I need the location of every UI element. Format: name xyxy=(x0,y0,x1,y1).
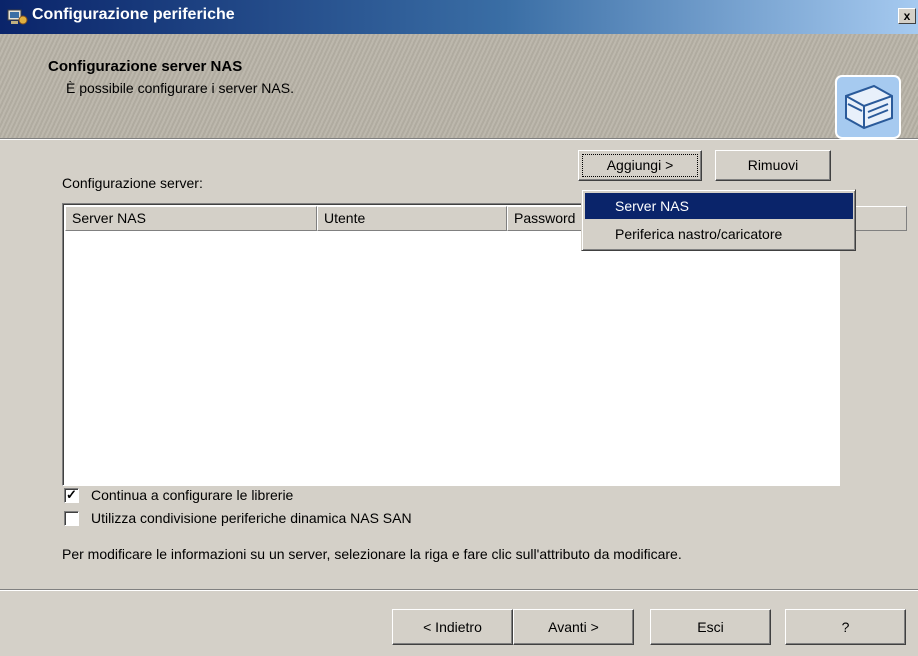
menu-item-server-nas[interactable]: Server NAS xyxy=(585,193,853,219)
continue-libraries-checkbox[interactable]: ✓ xyxy=(64,488,79,503)
column-header-user[interactable]: Utente xyxy=(317,206,507,231)
storage-device-icon xyxy=(835,75,901,139)
dynamic-sharing-checkbox[interactable] xyxy=(64,511,79,526)
footer-separator xyxy=(0,589,918,591)
header-panel: Configurazione server NAS È possibile co… xyxy=(0,34,918,140)
menu-item-tape-device[interactable]: Periferica nastro/caricatore xyxy=(585,221,853,247)
window-title: Configurazione periferiche xyxy=(32,6,235,23)
add-dropdown-menu: Server NAS Periferica nastro/caricatore xyxy=(581,189,856,251)
continue-libraries-label: Continua a configurare le librerie xyxy=(91,487,294,503)
remove-button[interactable]: Rimuovi xyxy=(715,150,831,181)
dialog-window: Configurazione periferiche x Configurazi… xyxy=(0,0,918,656)
close-button[interactable]: x xyxy=(898,8,916,24)
back-button[interactable]: < Indietro xyxy=(392,609,513,645)
exit-button[interactable]: Esci xyxy=(650,609,771,645)
title-bar[interactable]: Configurazione periferiche x xyxy=(0,0,918,34)
dynamic-sharing-label: Utilizza condivisione periferiche dinami… xyxy=(91,510,412,526)
page-subtitle: È possibile configurare i server NAS. xyxy=(66,80,294,96)
server-config-label: Configurazione server: xyxy=(62,175,203,191)
page-title: Configurazione server NAS xyxy=(48,58,243,75)
column-header-server-nas[interactable]: Server NAS xyxy=(65,206,317,231)
add-button[interactable]: Aggiungi > xyxy=(578,150,702,181)
info-text: Per modificare le informazioni su un ser… xyxy=(62,546,682,562)
next-button[interactable]: Avanti > xyxy=(513,609,634,645)
help-button[interactable]: ? xyxy=(785,609,906,645)
computer-device-icon xyxy=(7,9,28,25)
